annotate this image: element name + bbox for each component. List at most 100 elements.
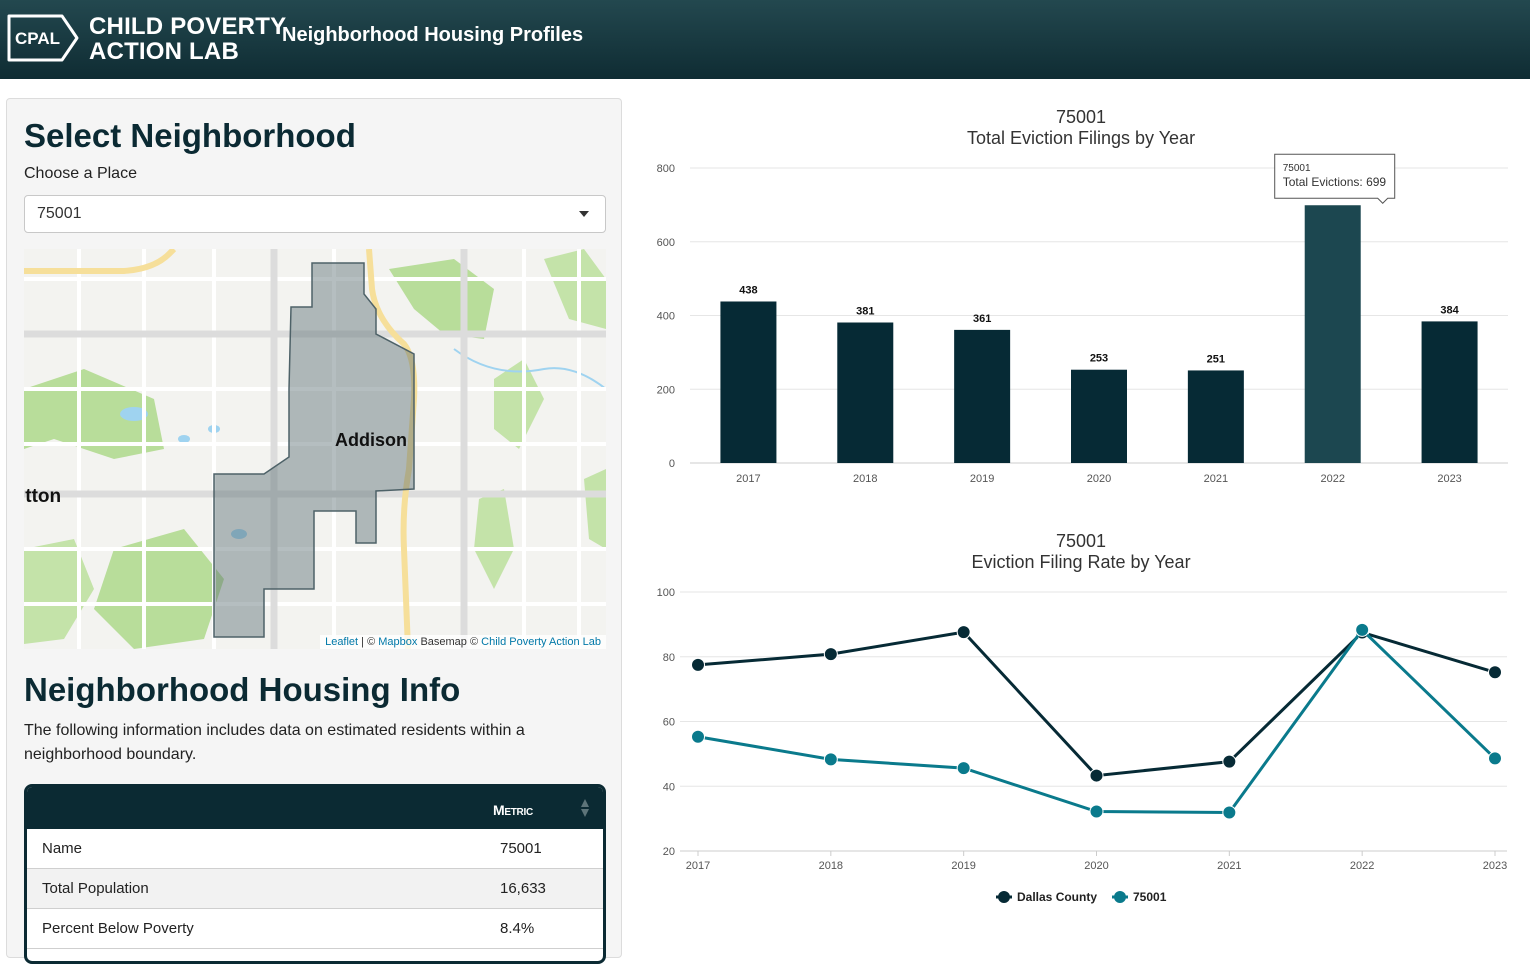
data-point[interactable] [823,647,838,662]
y-tick-label: 60 [663,717,675,729]
y-tick-label: 0 [669,458,675,470]
attrib-sep: | © [358,636,379,648]
eviction-rate-chart: 75001 Eviction Filing Rate by Year 20 40 6… [640,524,1520,919]
y-tick-label: 20 [663,846,675,858]
y-tick-label: 100 [657,587,675,599]
table-row: Name 75001 [27,829,603,869]
y-tick-label: 80 [663,652,675,664]
x-tick-label: 2021 [1204,473,1228,485]
chart-legend: Dallas County 75001 [996,890,1167,904]
eviction-filings-chart: 75001 Total Eviction Filings by Year 0 20… [640,100,1520,500]
x-tick-label: 2018 [819,860,843,872]
bar-tooltip: 75001Total Evictions: 699 [1274,153,1396,204]
legend-item[interactable]: Dallas County [996,890,1097,904]
x-tick-label: 2018 [853,473,877,485]
table-row: Percent Below Poverty 8.4% [27,909,603,949]
data-point[interactable] [1488,751,1502,766]
select-neighborhood-heading: Select Neighborhood [24,117,356,154]
place-dropdown[interactable]: 75001 [24,195,606,233]
bar-value-label: 253 [1090,353,1108,365]
data-point[interactable] [956,761,971,776]
bar-chart-title: 75001 [1056,107,1106,127]
y-tick-label: 600 [657,237,675,249]
line-chart-subtitle: Eviction Filing Rate by Year [971,552,1190,572]
map-label-partial: ltton [24,486,61,507]
place-dropdown-value: 75001 [37,205,82,222]
table-cell-name: Total Population [42,880,149,897]
bar[interactable] [954,329,1011,463]
tooltip-series: 75001 [1283,163,1311,174]
eviction-filings-svg: 75001 Total Eviction Filings by Year 0 20… [657,107,1508,485]
x-tick-label: 2023 [1483,860,1507,872]
logo-abbrev: CPAL [15,29,60,48]
map-label-addison: Addison [335,430,407,450]
lake [178,435,190,443]
page-title: Neighborhood Housing Profiles [282,24,584,46]
bar-value-label: 381 [856,306,874,318]
table-row: Total Population 16,633 [27,869,603,909]
x-tick-label: 2022 [1320,473,1344,485]
leaflet-link[interactable]: Leaflet [325,636,358,648]
legend-item[interactable]: 75001 [1112,890,1167,904]
app-header: CPAL CHILD POVERTY ACTION LAB Neighborho… [0,0,1530,79]
data-point[interactable] [691,657,705,672]
map-tiles: Addison ltton [24,249,606,649]
x-tick-label: 2020 [1084,860,1108,872]
housing-info-table: Metric Name 75001 Total Population 16,633 Pe… [24,784,606,964]
x-tick-label: 2020 [1087,473,1111,485]
legend-label: Dallas County [1017,890,1097,904]
y-tick-label: 40 [663,781,675,793]
data-point[interactable] [691,729,705,744]
line-chart-title: 75001 [1056,531,1106,551]
bar[interactable] [1071,369,1127,463]
x-tick-label: 2017 [736,473,760,485]
table-body: Name 75001 Total Population 16,633 Percent B… [27,829,603,949]
eviction-rate-svg: 75001 Eviction Filing Rate by Year 20 40 6… [657,531,1508,904]
org-name[interactable]: CHILD POVERTY ACTION LAB [89,14,286,64]
tooltip-value: Total Evictions: 699 [1283,175,1387,189]
data-point[interactable] [1089,768,1104,783]
data-point[interactable] [1488,665,1502,680]
bar[interactable] [837,322,894,463]
cpal-logo-icon[interactable]: CPAL [6,13,80,63]
attrib-basemap: Basemap © [417,636,482,648]
bar[interactable] [1421,321,1478,463]
metric-column-header[interactable]: Metric [493,802,533,818]
sort-icon[interactable] [580,798,590,818]
x-tick-label: 2021 [1217,860,1241,872]
bar[interactable] [1304,205,1361,463]
org-name-line2: ACTION LAB [89,38,239,65]
bar[interactable] [1187,370,1244,463]
legend-marker [998,891,1010,903]
table-cell-name: Percent Below Poverty [42,920,194,937]
map-attribution: Leaflet | © Mapbox Basemap © Child Pover… [320,635,606,649]
x-tick-label: 2019 [951,860,975,872]
table-cell-name: Name [42,840,83,857]
caret-down-icon[interactable] [579,211,589,217]
mapbox-link[interactable]: Mapbox [378,636,417,648]
data-point[interactable] [1355,622,1370,637]
table-header: Metric [27,787,603,829]
cpal-link[interactable]: Child Poverty Action Lab [481,636,601,648]
x-tick-label: 2019 [970,473,994,485]
data-point[interactable] [956,625,971,640]
series-line [697,630,1496,778]
table-cell-value: 16,633 [500,880,546,897]
x-tick-label: 2017 [686,860,710,872]
data-point[interactable] [1089,804,1104,819]
data-point[interactable] [1222,805,1237,820]
table-cell-value: 8.4% [500,920,535,937]
neighborhood-map[interactable]: Addison ltton Leaflet | © Mapbox Basemap… [24,249,606,649]
y-tick-label: 800 [657,163,675,175]
housing-info-heading: Neighborhood Housing Info [24,671,461,708]
bar-value-label: 251 [1207,353,1225,365]
org-name-line1: CHILD POVERTY [89,13,287,40]
bar[interactable] [720,301,777,463]
data-point[interactable] [823,752,838,767]
y-tick-label: 400 [657,311,675,323]
data-point[interactable] [1222,754,1237,769]
legend-marker [1114,891,1126,903]
legend-label: 75001 [1133,890,1167,904]
bar-value-label: 361 [973,313,991,325]
place-select-label: Choose a Place [24,165,137,182]
